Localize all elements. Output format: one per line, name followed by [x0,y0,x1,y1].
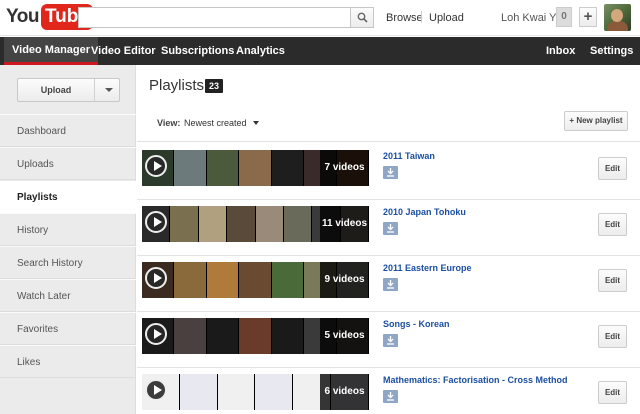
thumbnail-frame [283,206,313,242]
notification-count[interactable]: 0 [556,7,572,27]
thumbnail-frame [255,206,284,242]
sidebar: Upload Dashboard Uploads Playlists Histo… [0,65,137,414]
add-button[interactable]: + [579,7,597,27]
new-playlist-button[interactable]: + New playlist [564,111,628,131]
video-count: 5 videos [320,318,369,354]
thumbnail-frame [206,318,240,354]
search-button[interactable] [350,7,374,28]
nav-video-editor[interactable]: Video Editor [83,37,164,65]
playlist-thumbnail-strip[interactable]: 7 videos [142,150,369,186]
avatar[interactable] [604,4,631,31]
nav-settings[interactable]: Settings [582,37,640,65]
logo-you: You [6,6,39,27]
download-icon[interactable] [383,222,398,235]
search-input[interactable] [79,8,350,27]
thumbnail-frame [239,318,272,354]
playlist-thumbnail-strip[interactable]: 5 videos [142,318,369,354]
nav-bar: Video Manager Video Editor Subscriptions… [0,37,640,65]
playlist-title-link[interactable]: 2011 Eastern Europe [383,263,472,273]
thumbnail-frame [271,318,305,354]
sort-dropdown[interactable]: Newest created [184,118,259,128]
upload-split-button: Upload [17,78,120,102]
playlist-thumbnail-strip[interactable]: 6 videos [142,374,369,410]
thumbnail-frame [271,150,305,186]
browse-link[interactable]: Browse [386,12,423,24]
play-icon[interactable] [145,267,167,289]
playlist-count-badge: 23 [205,79,224,93]
thumbnail-frame [179,374,218,410]
play-icon[interactable] [145,379,167,401]
chevron-down-icon[interactable] [105,88,113,92]
download-icon[interactable] [383,278,398,291]
playlist-title-link[interactable]: Songs - Korean [383,319,450,329]
thumbnail-frame [198,206,228,242]
upload-link[interactable]: Upload [429,12,464,24]
edit-button[interactable]: Edit [598,325,627,348]
thumbnail-frame [206,262,240,298]
play-icon[interactable] [145,323,167,345]
page-title: Playlists [149,77,205,94]
thumbnail-frame [174,150,207,186]
sort-value: Newest created [184,118,247,128]
nav-inbox[interactable]: Inbox [538,37,583,65]
search-box [78,7,350,28]
playlist-row: 11 videos 2010 Japan Tohoku Edit [137,198,640,256]
playlist-row: 7 videos 2011 Taiwan Edit [137,142,640,200]
video-count: 9 videos [320,262,369,298]
play-icon[interactable] [145,211,167,233]
video-count: 6 videos [320,374,369,410]
view-label: View: [157,118,181,128]
search-icon [357,12,368,23]
download-icon[interactable] [383,166,398,179]
thumbnail-frame [239,150,272,186]
thumbnail-frame [206,150,240,186]
video-count: 7 videos [320,150,369,186]
edit-button[interactable]: Edit [598,381,627,404]
video-count: 11 videos [320,206,369,242]
download-icon[interactable] [383,390,398,403]
playlist-title-link[interactable]: Mathematics: Factorisation - Cross Metho… [383,375,568,385]
header-divider [421,11,422,23]
playlist-title-link[interactable]: 2011 Taiwan [383,151,435,161]
sidebar-item-history[interactable]: History [0,213,136,246]
playlist-row: 6 videos Mathematics: Factorisation - Cr… [137,366,640,414]
sidebar-item-uploads[interactable]: Uploads [0,147,136,180]
playlist-row: 9 videos 2011 Eastern Europe Edit [137,254,640,312]
sidebar-item-search-history[interactable]: Search History [0,246,136,279]
thumbnail-frame [227,206,256,242]
thumbnail-frame [170,206,199,242]
download-icon[interactable] [383,334,398,347]
playlist-row: 5 videos Songs - Korean Edit [137,310,640,368]
sidebar-item-dashboard[interactable]: Dashboard [0,114,136,147]
sidebar-item-watch-later[interactable]: Watch Later [0,279,136,312]
caret-down-icon [252,121,259,125]
masthead: You Tube Browse Upload Loh Kwai Yin 0 + [0,0,640,36]
playlist-thumbnail-strip[interactable]: 11 videos [142,206,369,242]
edit-button[interactable]: Edit [598,157,627,180]
thumbnail-frame [239,262,272,298]
thumbnail-frame [255,374,294,410]
sidebar-item-favorites[interactable]: Favorites [0,312,136,345]
thumbnail-frame [271,262,305,298]
playlist-thumbnail-strip[interactable]: 9 videos [142,262,369,298]
playlist-title-link[interactable]: 2010 Japan Tohoku [383,207,466,217]
sidebar-item-playlists[interactable]: Playlists [0,181,137,214]
sidebar-item-likes[interactable]: Likes [0,345,136,378]
play-icon[interactable] [145,155,167,177]
nav-analytics[interactable]: Analytics [228,37,293,65]
thumbnail-frame [174,318,207,354]
upload-button[interactable]: Upload [18,79,94,101]
edit-button[interactable]: Edit [598,269,627,292]
thumbnail-frame [174,262,207,298]
thumbnail-frame [217,374,256,410]
edit-button[interactable]: Edit [598,213,627,236]
